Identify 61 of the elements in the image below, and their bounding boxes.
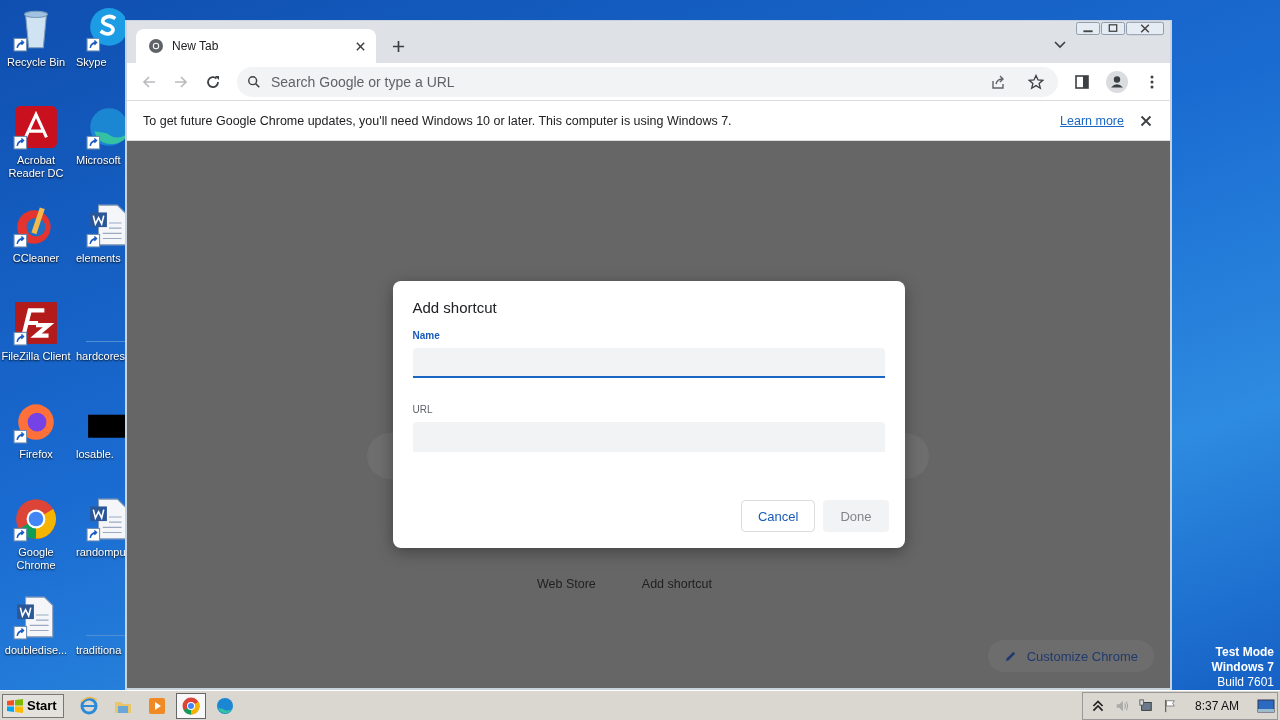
desktop-icon-label[interactable]: losable.: [72, 448, 114, 461]
chrome-icon: [148, 38, 164, 54]
start-button[interactable]: Start: [2, 693, 64, 718]
word-document-icon: [86, 496, 125, 542]
reload-icon[interactable]: [205, 73, 221, 90]
star-icon[interactable]: [1028, 73, 1044, 90]
taskbar-app-button[interactable]: [175, 692, 206, 719]
chat-app-icon: [86, 6, 125, 52]
clock-text[interactable]: 8:37 AM: [1194, 698, 1239, 713]
desktop-icon-label[interactable]: Recycle Bin: [0, 56, 72, 69]
shortcut-label[interactable]: Add shortcut: [641, 577, 712, 591]
field-label: URL: [412, 404, 433, 415]
chrome-icon: [13, 496, 59, 542]
close-icon[interactable]: [1126, 21, 1164, 36]
desktop-icon-label[interactable]: Skype: [72, 56, 107, 69]
desktop-icon-label[interactable]: FileZilla Client: [0, 350, 72, 363]
desktop-icon-label[interactable]: Acrobat Reader DC: [0, 154, 72, 180]
desktop-icon-label[interactable]: Firefox: [0, 448, 72, 461]
update-warning-text: To get future Google Chrome updates, you'll need Windows 10 or later. This computer is using Windows 7.: [143, 113, 733, 128]
dialog-button[interactable]: Cancel: [740, 500, 816, 532]
desktop-icon-label[interactable]: Google Chrome: [0, 546, 72, 572]
side-panel-icon[interactable]: [1074, 73, 1090, 90]
dialog-title: Add shortcut: [412, 299, 497, 316]
chevron-down-icon[interactable]: [1054, 41, 1066, 49]
show-desktop-icon[interactable]: [1257, 697, 1275, 714]
flag-icon[interactable]: [1162, 697, 1177, 714]
desktop-icon-label[interactable]: randompu: [72, 546, 125, 559]
ie-browser-icon: [78, 695, 99, 716]
desktop-icon-label[interactable]: hardcores: [72, 350, 125, 363]
watermark-text: Test Mode: [1215, 645, 1274, 660]
network-icon[interactable]: [1138, 697, 1153, 714]
watermark-text: Build 7601: [1217, 675, 1274, 690]
pencil-icon: [1003, 649, 1017, 663]
tab-title: New Tab: [172, 39, 220, 53]
restore-icon[interactable]: [1101, 21, 1125, 36]
browser-tab[interactable]: New Tab: [136, 29, 376, 63]
desktop-icon-label[interactable]: doubledise...: [0, 644, 72, 657]
word-document-icon: [86, 202, 125, 248]
shortcut-label[interactable]: Web Store: [537, 577, 596, 591]
share-icon[interactable]: [990, 73, 1006, 90]
close-icon[interactable]: [1140, 114, 1152, 127]
minimize-icon[interactable]: [1076, 21, 1100, 36]
pdf-app-icon: [13, 104, 59, 150]
text-input-field[interactable]: [412, 348, 885, 378]
ftp-app-icon: [13, 300, 59, 346]
field-label: Name: [412, 330, 440, 341]
windows-logo-icon: [6, 697, 24, 714]
new-tab-icon[interactable]: [392, 40, 405, 53]
profile-avatar-icon[interactable]: [1106, 70, 1128, 93]
address-bar[interactable]: Search Google or type a URL: [237, 66, 1058, 97]
watermark-text: Windows 7: [1211, 660, 1274, 675]
desktop-icon-label[interactable]: CCleaner: [0, 252, 72, 265]
chrome-icon: [180, 695, 201, 716]
close-icon[interactable]: [355, 40, 366, 52]
search-icon: [247, 74, 261, 89]
edge-browser-icon: [214, 695, 235, 716]
desktop-icon-label[interactable]: Microsoft: [72, 154, 121, 167]
learn-more-link[interactable]: Learn more: [1060, 113, 1124, 128]
desktop-icon-label[interactable]: elements: [72, 252, 121, 265]
media-player-icon: [146, 695, 167, 716]
desktop-icon-label[interactable]: traditiona: [72, 644, 122, 657]
